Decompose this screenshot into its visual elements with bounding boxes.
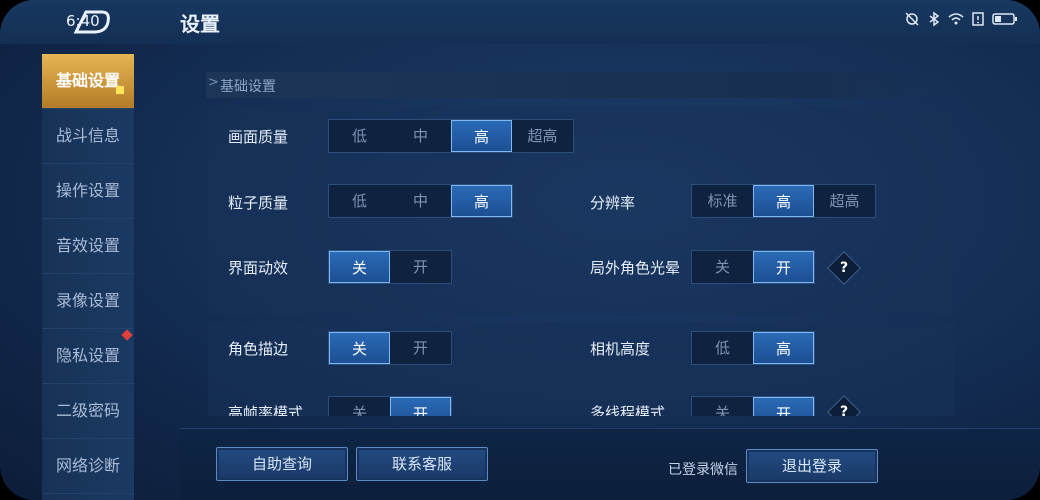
hfr-label: 高帧率模式 (228, 404, 304, 416)
resolution-option-ultra[interactable]: 超高 (814, 185, 875, 217)
quality-option-low[interactable]: 低 (329, 120, 390, 152)
active-indicator (116, 86, 124, 94)
quality-option-medium[interactable]: 中 (390, 120, 451, 152)
settings-panel-2: 角色描边 关 开 相机高度 低 高 高帧率模式 关 开 多线程模式 关 开 ? (208, 322, 954, 416)
sidebar-item-label: 操作设置 (55, 181, 120, 200)
ui-effect-label: 界面动效 (228, 259, 289, 277)
self-help-button[interactable]: 自助查询 (216, 447, 348, 481)
help-icon: ? (839, 260, 849, 276)
sidebar-item-privacy[interactable]: 隐私设置 (42, 329, 134, 384)
wechat-login-status: 已登录微信 (668, 462, 738, 478)
notification-badge (121, 329, 133, 341)
hfr-option-off[interactable]: 关 (329, 397, 390, 416)
chevron-right-icon: > (208, 75, 219, 90)
sidebar-item-label: 录像设置 (55, 291, 120, 310)
battery-icon (992, 11, 1018, 27)
outline-label: 角色描边 (228, 340, 289, 358)
ui-effect-option-off[interactable]: 关 (329, 251, 390, 283)
quality-label: 画面质量 (228, 128, 289, 146)
resolution-label: 分辨率 (590, 194, 636, 212)
status-time: 6:40 (66, 12, 100, 30)
settings-screen: 6:40 设置 基础设置 战斗信息 操作设置 音效设置 录像设置 隐私设置 二级… (0, 0, 1040, 500)
sidebar-item-label: 二级密码 (55, 401, 120, 420)
multithread-option-off[interactable]: 关 (692, 397, 753, 416)
contact-support-button[interactable]: 联系客服 (356, 447, 488, 481)
resolution-selector: 标准 高 超高 (691, 184, 876, 218)
camera-height-label: 相机高度 (590, 340, 651, 358)
particle-option-medium[interactable]: 中 (390, 185, 451, 217)
outer-glow-option-off[interactable]: 关 (692, 251, 753, 283)
particle-option-high[interactable]: 高 (451, 185, 512, 217)
sidebar-item-sound[interactable]: 音效设置 (42, 219, 134, 274)
multithread-toggle: 关 开 (691, 396, 815, 416)
section-header: > 基础设置 (206, 72, 956, 98)
sidebar-item-controls[interactable]: 操作设置 (42, 164, 134, 219)
outer-glow-option-on[interactable]: 开 (753, 251, 814, 283)
outline-option-on[interactable]: 开 (390, 332, 451, 364)
quality-option-high[interactable]: 高 (451, 120, 512, 152)
help-icon: ? (839, 404, 849, 416)
particle-label: 粒子质量 (228, 194, 289, 212)
camera-height-selector: 低 高 (691, 331, 815, 365)
multithread-label: 多线程模式 (590, 404, 666, 416)
multithread-option-on[interactable]: 开 (753, 397, 814, 416)
bluetooth-icon (926, 11, 942, 27)
top-bar: 6:40 设置 (0, 0, 1040, 44)
resolution-option-high[interactable]: 高 (753, 185, 814, 217)
outer-glow-toggle: 关 开 (691, 250, 815, 284)
sidebar: 基础设置 战斗信息 操作设置 音效设置 录像设置 隐私设置 二级密码 网络诊断 (42, 54, 134, 500)
outline-toggle: 关 开 (328, 331, 452, 365)
particle-selector: 低 中 高 (328, 184, 513, 218)
alarm-off-icon (904, 11, 920, 27)
quality-option-ultra[interactable]: 超高 (512, 120, 573, 152)
sidebar-item-label: 音效设置 (55, 236, 120, 255)
sidebar-item-label: 战斗信息 (55, 126, 120, 145)
sidebar-item-label: 网络诊断 (55, 456, 120, 475)
resolution-option-standard[interactable]: 标准 (692, 185, 753, 217)
sidebar-item-battle-info[interactable]: 战斗信息 (42, 109, 134, 164)
camera-option-high[interactable]: 高 (753, 332, 814, 364)
ui-effect-option-on[interactable]: 开 (390, 251, 451, 283)
logout-button[interactable]: 退出登录 (746, 449, 878, 483)
sidebar-item-label: 隐私设置 (55, 346, 120, 365)
sidebar-item-network-diagnosis[interactable]: 网络诊断 (42, 439, 134, 494)
sidebar-item-secondary-password[interactable]: 二级密码 (42, 384, 134, 439)
page-title: 设置 (180, 12, 220, 36)
wifi-icon (948, 11, 964, 27)
status-icons (904, 11, 1018, 27)
sidebar-item-recording[interactable]: 录像设置 (42, 274, 134, 329)
sim-alert-icon (970, 11, 986, 27)
outer-glow-help-button[interactable]: ? (827, 251, 861, 285)
outer-glow-label: 局外角色光晕 (590, 259, 681, 277)
section-title: 基础设置 (220, 79, 276, 95)
ui-effect-toggle: 关 开 (328, 250, 452, 284)
sidebar-item-label: 基础设置 (55, 71, 120, 90)
quality-selector: 低 中 高 超高 (328, 119, 574, 153)
sidebar-item-basic-settings[interactable]: 基础设置 (42, 54, 134, 109)
footer-bar: 自助查询 联系客服 已登录微信 退出登录 (180, 428, 1040, 500)
particle-option-low[interactable]: 低 (329, 185, 390, 217)
multithread-help-button[interactable]: ? (827, 395, 861, 416)
settings-panel: 画面质量 低 中 高 超高 粒子质量 低 中 高 分辨率 标准 高 超高 界面动… (208, 106, 954, 316)
outline-option-off[interactable]: 关 (329, 332, 390, 364)
camera-option-low[interactable]: 低 (692, 332, 753, 364)
hfr-option-on[interactable]: 开 (390, 397, 451, 416)
hfr-toggle: 关 开 (328, 396, 452, 416)
